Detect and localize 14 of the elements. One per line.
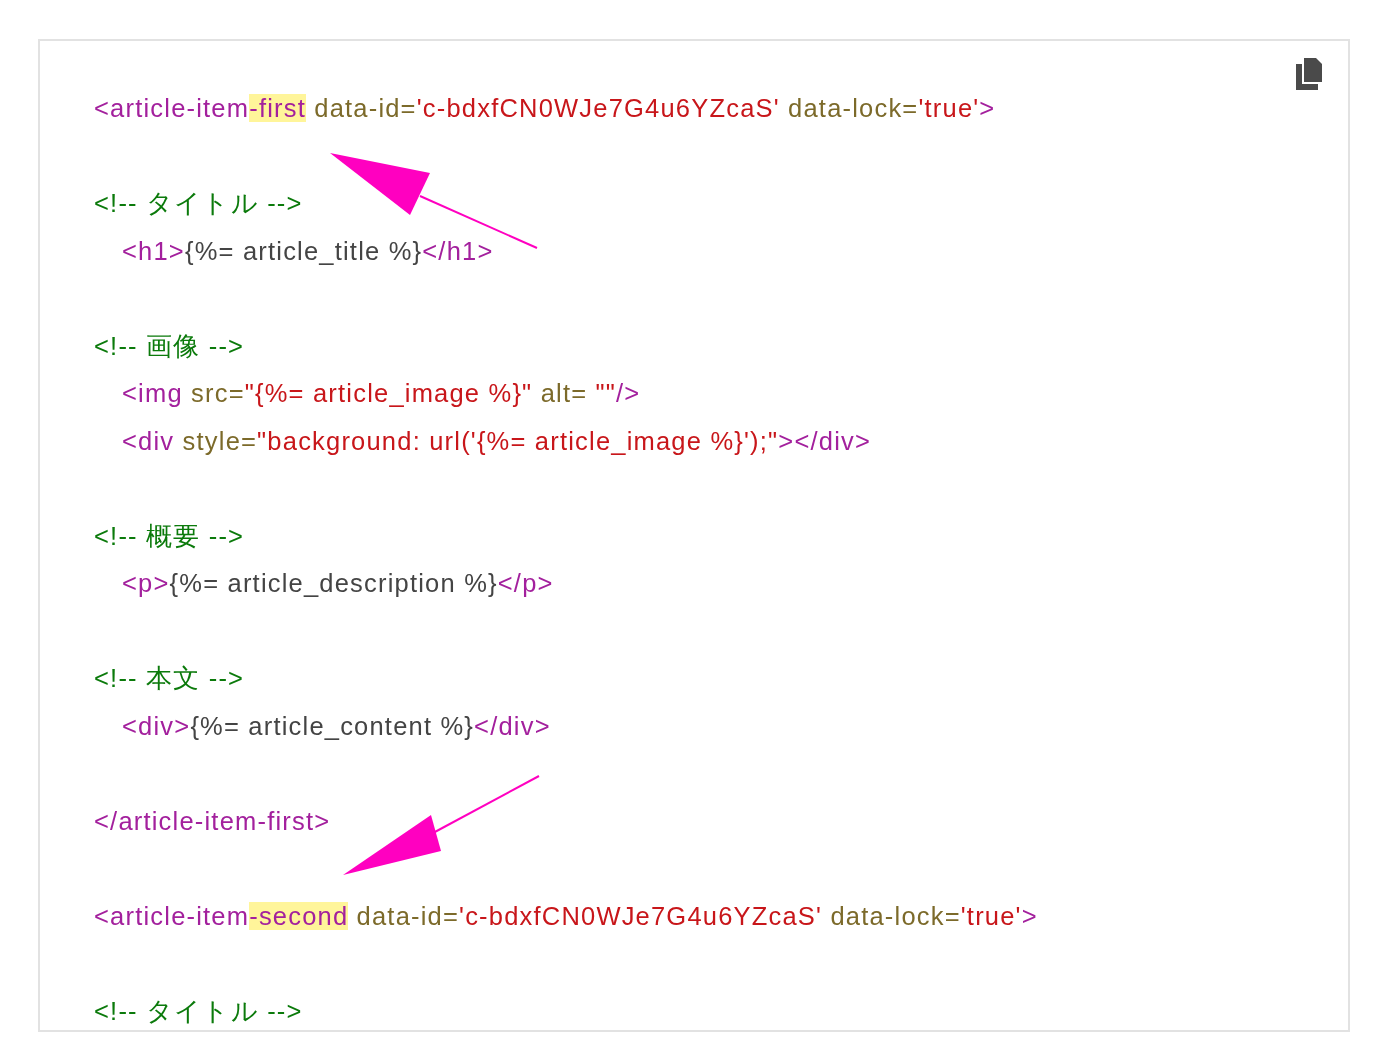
code-line: <p>{%= article_description %}</p> (122, 568, 554, 599)
code-line: <div>{%= article_content %}</div> (122, 710, 551, 742)
code-comment: <!-- タイトル --> (94, 995, 303, 1027)
code-line: </article-item-first> (94, 805, 331, 837)
code-comment: <!-- 画像 --> (94, 330, 245, 362)
code-comment: <!-- 概要 --> (94, 520, 245, 552)
code-line: <article-item-first data-id='c-bdxfCN0WJe7G4u6YZcaS' data-lock='true'> (94, 93, 996, 124)
code-line: <div style="background: url('{%= article_image %}');"></div> (122, 425, 872, 457)
code-line: <img src="{%= article_image %}" alt= ""/> (122, 378, 641, 409)
code-line: <article-item-second data-id='c-bdxfCN0WJe7G4u6YZcaS' data-lock='true'> (94, 900, 1038, 932)
code-comment: <!-- タイトル --> (94, 188, 303, 219)
code-line: <h1>{%= article_title %}</h1> (122, 235, 494, 267)
code-comment: <!-- 本文 --> (94, 663, 245, 694)
copy-icon[interactable] (1294, 58, 1324, 90)
